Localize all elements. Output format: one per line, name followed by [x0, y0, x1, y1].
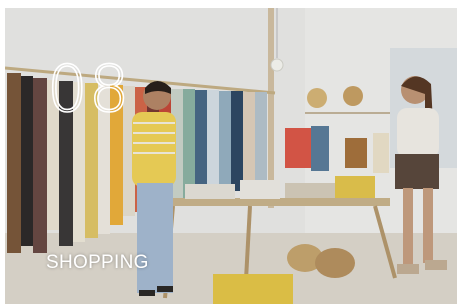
card-title: SHOPPING [46, 252, 149, 273]
card-number: 08 [46, 53, 131, 127]
category-card[interactable]: 08 SHOPPING [5, 8, 457, 304]
